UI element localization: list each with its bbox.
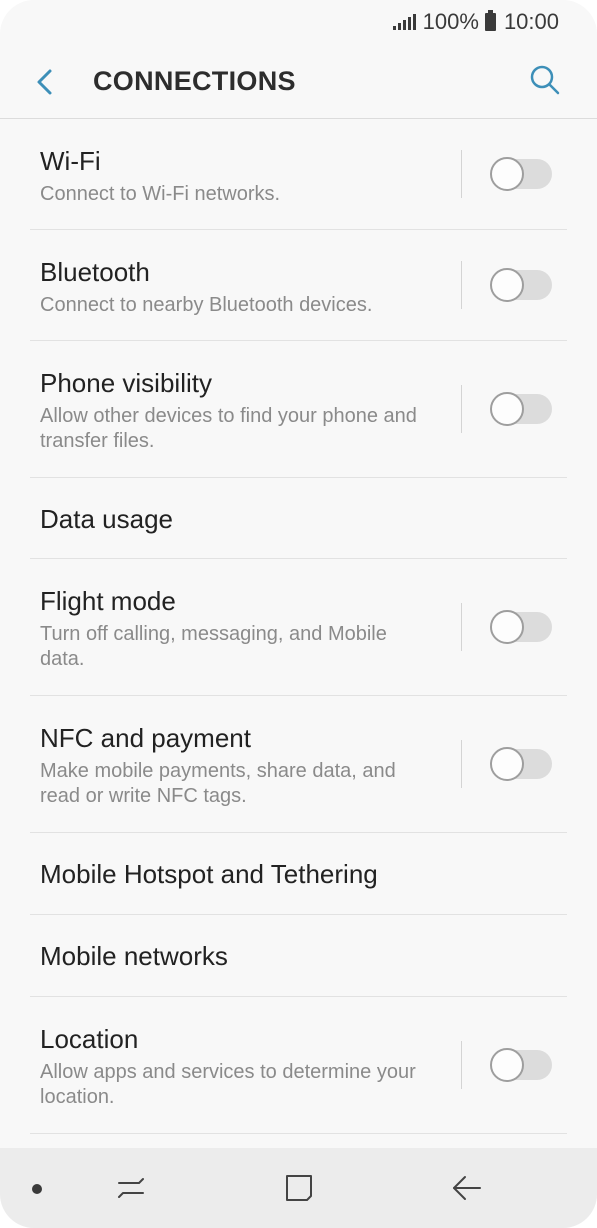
wifi-toggle[interactable] xyxy=(490,157,552,191)
item-label: Mobile Hotspot and Tethering xyxy=(40,859,378,889)
list-item-nfc-payment[interactable]: NFC and payment Make mobile payments, sh… xyxy=(30,696,567,833)
divider xyxy=(461,150,462,198)
item-description: Make mobile payments, share data, and re… xyxy=(40,760,396,807)
toggle-thumb xyxy=(490,392,524,426)
divider xyxy=(461,385,462,433)
recent-apps-button[interactable] xyxy=(113,1170,149,1206)
toggle-thumb xyxy=(490,747,524,781)
back-button[interactable] xyxy=(28,64,64,100)
list-item-wifi[interactable]: Wi-Fi Connect to Wi-Fi networks. xyxy=(30,119,567,230)
item-label: Data usage xyxy=(40,504,173,534)
battery-icon xyxy=(484,10,496,31)
list-item-bluetooth[interactable]: Bluetooth Connect to nearby Bluetooth de… xyxy=(30,230,567,341)
page-title: CONNECTIONS xyxy=(93,66,296,96)
flight-mode-toggle[interactable] xyxy=(490,610,552,644)
chevron-left-icon xyxy=(37,69,52,95)
bluetooth-toggle[interactable] xyxy=(490,268,552,302)
toggle-thumb xyxy=(490,610,524,644)
divider xyxy=(461,261,462,309)
back-arrow-icon xyxy=(453,1176,481,1200)
connections-list: Wi-Fi Connect to Wi-Fi networks. Bluetoo… xyxy=(0,119,597,1134)
back-nav-button[interactable] xyxy=(449,1170,485,1206)
recent-apps-icon xyxy=(118,1178,144,1198)
item-label: Location xyxy=(40,1024,139,1054)
list-item-data-usage[interactable]: Data usage xyxy=(30,478,567,559)
item-description: Allow other devices to find your phone a… xyxy=(40,405,417,452)
toggle-thumb xyxy=(490,268,524,302)
list-item-hotspot-tethering[interactable]: Mobile Hotspot and Tethering xyxy=(30,833,567,915)
item-label: NFC and payment xyxy=(40,723,251,753)
navigation-bar xyxy=(0,1148,597,1228)
item-label: Bluetooth xyxy=(40,257,150,287)
item-description: Allow apps and services to determine you… xyxy=(40,1061,416,1108)
home-icon xyxy=(286,1175,312,1201)
phone-visibility-toggle[interactable] xyxy=(490,392,552,426)
search-icon xyxy=(530,65,560,95)
divider xyxy=(461,1041,462,1089)
list-item-location[interactable]: Location Allow apps and services to dete… xyxy=(30,997,567,1134)
item-label: Mobile networks xyxy=(40,941,228,971)
list-item-phone-visibility[interactable]: Phone visibility Allow other devices to … xyxy=(30,341,567,478)
list-item-flight-mode[interactable]: Flight mode Turn off calling, messaging,… xyxy=(30,559,567,696)
divider xyxy=(461,603,462,651)
item-label: Wi-Fi xyxy=(40,146,101,176)
nfc-toggle[interactable] xyxy=(490,747,552,781)
search-button[interactable] xyxy=(527,62,563,98)
list-item-mobile-networks[interactable]: Mobile networks xyxy=(30,915,567,997)
signal-icon xyxy=(392,14,416,30)
home-button[interactable] xyxy=(281,1170,317,1206)
item-label: Flight mode xyxy=(40,586,176,616)
location-toggle[interactable] xyxy=(490,1048,552,1082)
item-description: Connect to Wi-Fi networks. xyxy=(40,183,281,205)
status-bar: 100% 10:00 xyxy=(0,0,597,44)
toggle-thumb xyxy=(490,1048,524,1082)
phone-screen: 100% 10:00 CONNECTIONS Wi-Fi Connect to … xyxy=(0,0,597,1228)
item-description: Turn off calling, messaging, and Mobile … xyxy=(40,623,387,670)
nav-dot-button[interactable] xyxy=(32,1184,42,1194)
divider xyxy=(461,740,462,788)
battery-percent: 100% xyxy=(422,9,479,34)
item-description: Connect to nearby Bluetooth devices. xyxy=(40,294,373,316)
app-header: CONNECTIONS xyxy=(0,44,597,119)
clock: 10:00 xyxy=(503,9,559,34)
toggle-thumb xyxy=(490,157,524,191)
item-label: Phone visibility xyxy=(40,368,212,398)
